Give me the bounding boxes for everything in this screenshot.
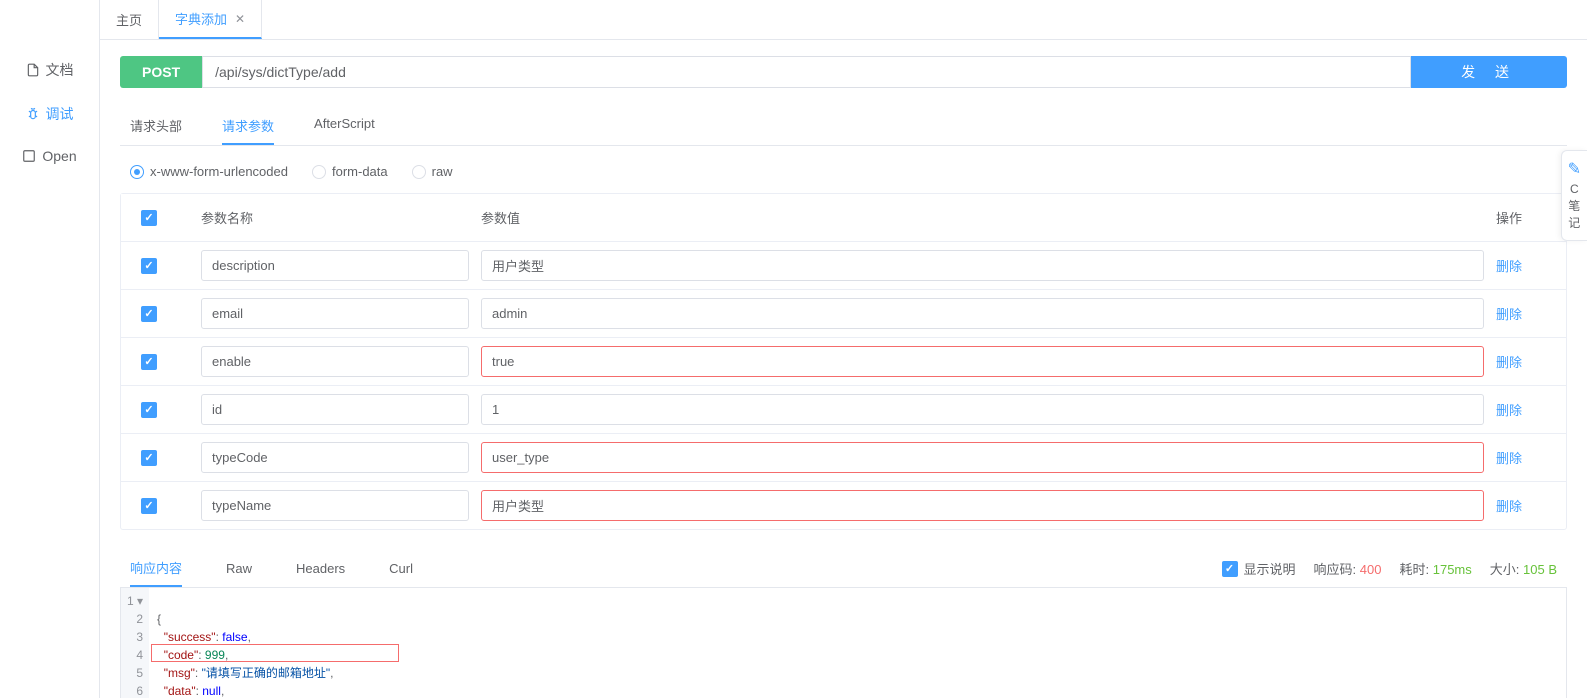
sidebar-item-debug[interactable]: 调试 bbox=[0, 92, 99, 136]
param-value-input[interactable] bbox=[481, 442, 1484, 473]
param-name-input[interactable] bbox=[201, 346, 469, 377]
note-icon: ✎ bbox=[1568, 159, 1581, 181]
table-row: 删除 bbox=[121, 386, 1566, 434]
param-value-input[interactable] bbox=[481, 346, 1484, 377]
row-checkbox[interactable] bbox=[141, 498, 157, 514]
tab-headers[interactable]: 请求头部 bbox=[130, 108, 182, 145]
tab-label: 字典添加 bbox=[175, 9, 227, 28]
radio-formdata[interactable]: form-data bbox=[312, 164, 388, 179]
param-name-input[interactable] bbox=[201, 490, 469, 521]
radio-label: raw bbox=[432, 164, 453, 179]
tab-response-headers[interactable]: Headers bbox=[296, 553, 345, 584]
table-row: 删除 bbox=[121, 338, 1566, 386]
document-icon bbox=[26, 63, 40, 77]
close-icon[interactable]: ✕ bbox=[235, 12, 245, 26]
tab-dict-add[interactable]: 字典添加 ✕ bbox=[159, 0, 262, 39]
sidebar-item-label: Open bbox=[42, 148, 76, 164]
param-name-input[interactable] bbox=[201, 298, 469, 329]
row-checkbox[interactable] bbox=[141, 450, 157, 466]
response-section: 响应内容 Raw Headers Curl 显示说明 响应码: 400 耗时: … bbox=[120, 550, 1567, 698]
row-checkbox[interactable] bbox=[141, 402, 157, 418]
main-area: 主页 字典添加 ✕ POST 发 送 请求头部 请求参数 AfterScript… bbox=[100, 0, 1587, 698]
table-row: 删除 bbox=[121, 242, 1566, 290]
tab-home[interactable]: 主页 bbox=[100, 0, 159, 39]
checkbox-icon bbox=[1222, 561, 1238, 577]
checkbox-all[interactable] bbox=[141, 210, 157, 226]
row-checkbox[interactable] bbox=[141, 306, 157, 322]
meta-time: 耗时: 175ms bbox=[1399, 559, 1471, 578]
tab-label: 主页 bbox=[116, 10, 142, 29]
radio-label: form-data bbox=[332, 164, 388, 179]
table-row: 删除 bbox=[121, 482, 1566, 529]
url-input[interactable] bbox=[202, 56, 1411, 88]
request-sub-tabs: 请求头部 请求参数 AfterScript bbox=[120, 108, 1567, 146]
line-gutter: 1 ▾234567 bbox=[121, 588, 149, 698]
response-tabs: 响应内容 Raw Headers Curl 显示说明 响应码: 400 耗时: … bbox=[120, 550, 1567, 588]
code-content[interactable]: { "success": false, "code": 999, "msg": … bbox=[149, 588, 1566, 698]
send-button[interactable]: 发 送 bbox=[1411, 56, 1567, 88]
tab-response-body[interactable]: 响应内容 bbox=[130, 550, 182, 587]
radio-icon bbox=[312, 165, 326, 179]
delete-link[interactable]: 删除 bbox=[1496, 451, 1522, 466]
param-value-input[interactable] bbox=[481, 490, 1484, 521]
meta-size: 大小: 105 B bbox=[1490, 559, 1557, 578]
delete-link[interactable]: 删除 bbox=[1496, 403, 1522, 418]
tab-curl[interactable]: Curl bbox=[389, 553, 413, 584]
header-name: 参数名称 bbox=[201, 208, 481, 227]
tab-afterscript[interactable]: AfterScript bbox=[314, 108, 375, 145]
delete-link[interactable]: 删除 bbox=[1496, 499, 1522, 514]
tab-params[interactable]: 请求参数 bbox=[222, 108, 274, 145]
radio-urlencoded[interactable]: x-www-form-urlencoded bbox=[130, 164, 288, 179]
response-meta: 显示说明 响应码: 400 耗时: 175ms 大小: 105 B bbox=[1222, 551, 1557, 586]
sidebar: 文档 调试 Open bbox=[0, 0, 100, 698]
radio-label: x-www-form-urlencoded bbox=[150, 164, 288, 179]
sidebar-item-label: 调试 bbox=[46, 104, 74, 124]
meta-code: 响应码: 400 bbox=[1314, 559, 1382, 578]
method-badge: POST bbox=[120, 56, 202, 88]
bug-icon bbox=[26, 107, 40, 121]
body-type-selector: x-www-form-urlencoded form-data raw bbox=[120, 160, 1567, 193]
header-value: 参数值 bbox=[481, 208, 1496, 227]
table-row: 删除 bbox=[121, 290, 1566, 338]
row-checkbox[interactable] bbox=[141, 258, 157, 274]
param-name-input[interactable] bbox=[201, 442, 469, 473]
sidebar-item-open[interactable]: Open bbox=[0, 136, 99, 176]
table-header: 参数名称 参数值 操作 bbox=[121, 194, 1566, 242]
radio-icon bbox=[412, 165, 426, 179]
param-value-input[interactable] bbox=[481, 394, 1484, 425]
sidebar-item-label: 文档 bbox=[46, 60, 74, 80]
delete-link[interactable]: 删除 bbox=[1496, 355, 1522, 370]
delete-link[interactable]: 删除 bbox=[1496, 307, 1522, 322]
notes-widget[interactable]: ✎ C 笔 记 bbox=[1561, 150, 1587, 241]
param-value-input[interactable] bbox=[481, 298, 1484, 329]
row-checkbox[interactable] bbox=[141, 354, 157, 370]
tab-raw[interactable]: Raw bbox=[226, 553, 252, 584]
params-table: 参数名称 参数值 操作 删除 删除 删除 删除 删除 删除 bbox=[120, 193, 1567, 530]
table-row: 删除 bbox=[121, 434, 1566, 482]
param-name-input[interactable] bbox=[201, 250, 469, 281]
header-action: 操作 bbox=[1496, 208, 1546, 227]
open-icon bbox=[22, 149, 36, 163]
radio-icon bbox=[130, 165, 144, 179]
show-desc-label: 显示说明 bbox=[1244, 559, 1296, 578]
param-name-input[interactable] bbox=[201, 394, 469, 425]
param-value-input[interactable] bbox=[481, 250, 1484, 281]
tabs-header: 主页 字典添加 ✕ bbox=[100, 0, 1587, 40]
response-body: 1 ▾234567 { "success": false, "code": 99… bbox=[120, 588, 1567, 698]
request-bar: POST 发 送 bbox=[120, 56, 1567, 88]
delete-link[interactable]: 删除 bbox=[1496, 259, 1522, 274]
show-desc-toggle[interactable]: 显示说明 bbox=[1222, 559, 1296, 578]
sidebar-item-doc[interactable]: 文档 bbox=[0, 48, 99, 92]
content-panel: POST 发 送 请求头部 请求参数 AfterScript x-www-for… bbox=[100, 40, 1587, 698]
radio-raw[interactable]: raw bbox=[412, 164, 453, 179]
